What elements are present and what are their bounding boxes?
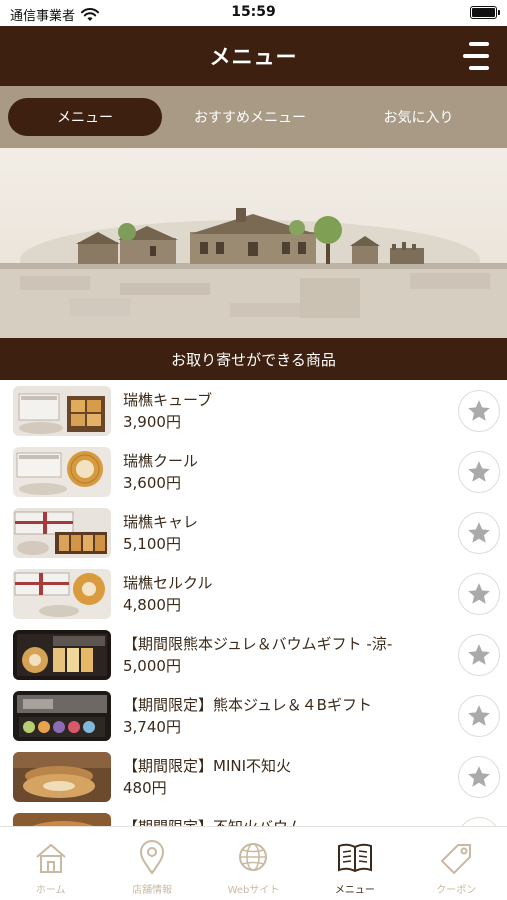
favorite-button[interactable] — [458, 695, 500, 737]
star-icon — [468, 766, 490, 787]
product-name: 瑞樵クール — [123, 452, 199, 470]
product-thumbnail — [13, 569, 111, 619]
product-list[interactable]: 瑞樵キューブ 3,900円 瑞樵クール 3,600円 瑞樵キャレ 5,100円 … — [0, 380, 507, 826]
status-time: 15:59 — [231, 4, 276, 20]
tab-favorites[interactable]: お気に入り — [338, 98, 499, 136]
nav-website[interactable]: Webサイト — [203, 827, 304, 900]
page-title: メニュー — [209, 45, 298, 69]
nav-home[interactable]: ホーム — [0, 827, 101, 900]
star-icon — [468, 644, 490, 665]
product-thumbnail — [13, 508, 111, 558]
globe-icon — [239, 843, 268, 871]
product-thumbnail — [13, 813, 111, 826]
product-item[interactable]: 瑞樵セルクル 4,800円 — [0, 563, 507, 624]
nav-label: 店舗情報 — [132, 885, 173, 896]
product-name: 【期間限熊本ジュレ＆バウムギフト -涼- — [123, 635, 393, 653]
favorite-button[interactable] — [458, 634, 500, 676]
book-icon — [337, 843, 372, 873]
product-name: 瑞樵セルクル — [123, 574, 213, 592]
star-icon — [468, 522, 490, 543]
favorite-button[interactable] — [458, 512, 500, 554]
star-icon — [468, 705, 490, 726]
nav-store-info[interactable]: 店舗情報 — [101, 827, 202, 900]
product-price: 5,000円 — [123, 657, 181, 675]
product-name: 瑞樵キャレ — [123, 513, 199, 531]
product-item[interactable]: 【期間限定】不知火バウム — [0, 807, 507, 826]
favorite-button[interactable] — [458, 390, 500, 432]
battery-icon — [470, 6, 500, 19]
product-name: 瑞樵キューブ — [123, 391, 213, 409]
product-item[interactable]: 【期間限定】MINI不知火 480円 — [0, 746, 507, 807]
nav-label: クーポン — [436, 885, 477, 896]
product-thumbnail — [13, 752, 111, 802]
hamburger-icon[interactable] — [463, 42, 489, 70]
product-price: 3,600円 — [123, 474, 181, 492]
nav-label: メニュー — [334, 885, 375, 896]
nav-label: ホーム — [35, 885, 66, 896]
app-header: メニュー — [0, 26, 507, 86]
product-price: 4,800円 — [123, 596, 181, 614]
product-price: 480円 — [123, 779, 167, 797]
product-name: 【期間限定】熊本ジュレ＆４Bギフト — [123, 696, 372, 714]
map-pin-icon — [140, 840, 165, 875]
product-price: 5,100円 — [123, 535, 181, 553]
tab-recommended[interactable]: おすすめメニュー — [162, 98, 338, 136]
product-item[interactable]: 瑞樵キャレ 5,100円 — [0, 502, 507, 563]
product-item[interactable]: 瑞樵クール 3,600円 — [0, 441, 507, 502]
product-price: 3,740円 — [123, 718, 181, 736]
favorite-button[interactable] — [458, 451, 500, 493]
tab-bar: メニュー おすすめメニュー お気に入り — [0, 86, 507, 148]
nav-menu[interactable]: メニュー — [304, 827, 405, 900]
favorite-button[interactable] — [458, 817, 500, 826]
favorite-button[interactable] — [458, 756, 500, 798]
product-price: 3,900円 — [123, 413, 181, 431]
section-header: お取り寄せができる商品 — [0, 338, 507, 380]
product-thumbnail — [13, 386, 111, 436]
product-thumbnail — [13, 691, 111, 741]
townscape-illustration — [0, 208, 507, 338]
product-item[interactable]: 【期間限定】熊本ジュレ＆４Bギフト 3,740円 — [0, 685, 507, 746]
product-item[interactable]: 【期間限熊本ジュレ＆バウムギフト -涼- 5,000円 — [0, 624, 507, 685]
product-thumbnail — [13, 630, 111, 680]
product-thumbnail — [13, 447, 111, 497]
product-name: 【期間限定】不知火バウム — [123, 816, 303, 826]
nav-coupon[interactable]: クーポン — [406, 827, 507, 900]
nav-label: Webサイト — [227, 885, 280, 896]
star-icon — [468, 583, 490, 604]
tab-menu[interactable]: メニュー — [8, 98, 162, 136]
hero-banner — [0, 148, 507, 338]
star-icon — [468, 400, 490, 421]
section-title: お取り寄せができる商品 — [171, 350, 336, 369]
product-name: 【期間限定】MINI不知火 — [123, 757, 292, 775]
tag-icon — [440, 844, 472, 875]
bottom-navigation: ホーム 店舗情報 Webサイト メニュー クーポン — [0, 826, 507, 900]
star-icon — [468, 461, 490, 482]
product-item[interactable]: 瑞樵キューブ 3,900円 — [0, 380, 507, 441]
favorite-button[interactable] — [458, 573, 500, 615]
status-bar: 通信事業者 15:59 — [0, 0, 507, 26]
home-icon — [36, 843, 66, 873]
